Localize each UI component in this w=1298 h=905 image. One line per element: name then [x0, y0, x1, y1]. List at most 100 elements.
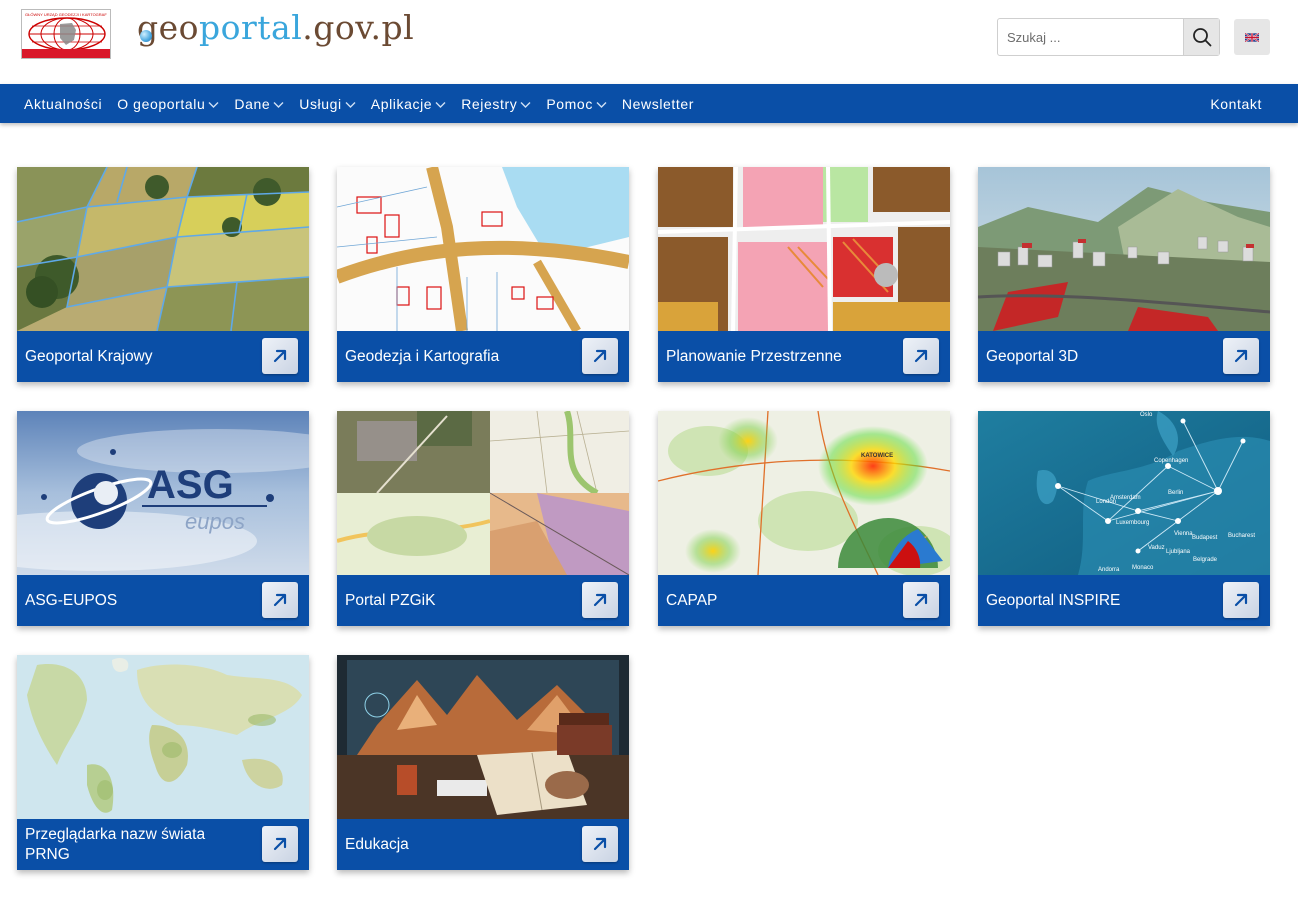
tile-thumbnail [17, 655, 309, 819]
nav-item-label: Rejestry [461, 95, 518, 112]
open-link-button[interactable] [262, 826, 298, 862]
nav-item-pomoc[interactable]: Pomoc [546, 96, 607, 112]
nav-item-newsletter[interactable]: Newsletter [622, 96, 694, 112]
open-link-button[interactable] [903, 338, 939, 374]
open-link-button[interactable] [582, 826, 618, 862]
tile-thumbnail [17, 167, 309, 331]
nav-item-usługi[interactable]: Usługi [299, 96, 356, 112]
nav-item-label: Dane [234, 95, 271, 112]
open-link-button[interactable] [582, 582, 618, 618]
nav-item-label: Aktualności [24, 95, 103, 112]
tile-label: Geoportal INSPIRE [986, 591, 1121, 609]
arrow-up-right-icon [273, 349, 287, 363]
tile-thumbnail [978, 167, 1270, 331]
tile-caption: Portal PZGiK [337, 575, 629, 626]
arrow-up-right-icon [1234, 349, 1248, 363]
nav-item-label: Aplikacje [370, 95, 433, 112]
site-logo[interactable]: geoportal.gov.pl [137, 8, 414, 47]
tile-3d-terrain[interactable]: Geoportal 3D [978, 167, 1270, 382]
nav-list: Aktualności O geoportalu Dane Usługi Aplikac… [17, 84, 702, 123]
search-icon [1192, 28, 1211, 47]
nav-item-label: O geoportalu [117, 95, 206, 112]
open-link-button[interactable] [262, 338, 298, 374]
svg-text:Luxembourg: Luxembourg [1116, 520, 1149, 526]
tile-label: Geoportal 3D [986, 347, 1079, 365]
tile-label: Geoportal Krajowy [25, 347, 153, 365]
tile-label: Planowanie Przestrzenne [666, 347, 842, 365]
tile-world-map[interactable]: Przeglądarka nazw świata PRNG [17, 655, 309, 870]
search-input[interactable] [998, 19, 1184, 55]
svg-text:Andorra: Andorra [1098, 567, 1120, 573]
nav-item-o-geoportalu[interactable]: O geoportalu [117, 96, 219, 112]
globe-icon [140, 30, 152, 42]
gugik-logo[interactable]: GŁÓWNY URZĄD GEODEZJI I KARTOGRAFII [21, 9, 111, 59]
tile-cadastral-map[interactable]: Geodezja i Kartografia [337, 167, 629, 382]
main-navigation: Aktualności O geoportalu Dane Usługi Aplikac… [0, 84, 1298, 123]
svg-text:Ljubljana: Ljubljana [1166, 549, 1191, 555]
tile-label: ASG-EUPOS [25, 591, 118, 609]
nav-item-label: Pomoc [546, 95, 593, 112]
tile-caption: Planowanie Przestrzenne [658, 331, 950, 382]
tile-label: Edukacja [345, 835, 409, 853]
chevron-down-icon [596, 96, 607, 112]
nav-item-aplikacje[interactable]: Aplikacje [371, 96, 446, 112]
svg-text:ASG: ASG [147, 463, 234, 507]
svg-text:Copenhagen: Copenhagen [1154, 458, 1188, 464]
tile-map-collage[interactable]: Portal PZGiK [337, 411, 629, 626]
tile-asg-eupos-logo[interactable]: ASG eupos ASG-EUPOS [17, 411, 309, 626]
tile-zoning-plan[interactable]: Planowanie Przestrzenne [658, 167, 950, 382]
tile-thumbnail [337, 655, 629, 819]
svg-text:Vienna: Vienna [1174, 531, 1193, 537]
site-logo-part-portal: portal [199, 8, 303, 47]
tile-thumbnail [337, 167, 629, 331]
svg-text:KATOWICE: KATOWICE [861, 453, 893, 459]
tile-label: Portal PZGiK [345, 591, 436, 609]
svg-text:Bucharest: Bucharest [1228, 533, 1255, 539]
nav-item-label: Newsletter [621, 95, 695, 112]
tile-caption: Przeglądarka nazw świata PRNG [17, 819, 309, 870]
tile-europe-network[interactable]: Oslo Copenhagen Berlin London Amsterdam Lux… [978, 411, 1270, 626]
tile-thumbnail [337, 411, 629, 575]
open-link-button[interactable] [903, 582, 939, 618]
tile-caption: Geodezja i Kartografia [337, 331, 629, 382]
arrow-up-right-icon [273, 593, 287, 607]
svg-text:Vaduz: Vaduz [1148, 545, 1165, 551]
nav-item-label: Usługi [299, 95, 342, 112]
svg-text:Budapest: Budapest [1192, 535, 1218, 541]
nav-item-rejestry[interactable]: Rejestry [461, 96, 531, 112]
tile-thumbnail [658, 167, 950, 331]
tile-label: Przeglądarka nazw świata PRNG [25, 825, 206, 863]
tile-thumbnail: Oslo Copenhagen Berlin London Amsterdam Lux… [978, 411, 1270, 575]
nav-item-dane[interactable]: Dane [234, 96, 284, 112]
tile-label: CAPAP [666, 591, 718, 609]
arrow-up-right-icon [593, 349, 607, 363]
tile-caption: CAPAP [658, 575, 950, 626]
search-button[interactable] [1183, 19, 1219, 55]
svg-text:Monaco: Monaco [1132, 565, 1154, 571]
arrow-up-right-icon [914, 349, 928, 363]
tile-education-desk[interactable]: Edukacja [337, 655, 629, 870]
arrow-up-right-icon [273, 837, 287, 851]
tile-aerial-fields[interactable]: Geoportal Krajowy [17, 167, 309, 382]
chevron-down-icon [520, 96, 531, 112]
svg-text:Amsterdam: Amsterdam [1110, 495, 1141, 501]
chevron-down-icon [345, 96, 356, 112]
arrow-up-right-icon [593, 837, 607, 851]
open-link-button[interactable] [262, 582, 298, 618]
open-link-button[interactable] [1223, 338, 1259, 374]
tile-caption: ASG-EUPOS [17, 575, 309, 626]
svg-text:Oslo: Oslo [1140, 412, 1153, 418]
site-logo-part-domain: .gov.pl [302, 8, 415, 47]
arrow-up-right-icon [1234, 593, 1248, 607]
tile-caption: Geoportal 3D [978, 331, 1270, 382]
nav-item-kontakt[interactable]: Kontakt [1210, 84, 1262, 123]
nav-item-aktualności[interactable]: Aktualności [24, 96, 102, 112]
svg-text:Belgrade: Belgrade [1193, 557, 1218, 563]
language-switch-button[interactable] [1234, 19, 1270, 55]
tile-heatmap[interactable]: KATOWICE CAPAP [658, 411, 950, 626]
uk-flag-icon [1245, 32, 1259, 42]
tile-caption: Geoportal INSPIRE [978, 575, 1270, 626]
open-link-button[interactable] [1223, 582, 1259, 618]
open-link-button[interactable] [582, 338, 618, 374]
arrow-up-right-icon [593, 593, 607, 607]
